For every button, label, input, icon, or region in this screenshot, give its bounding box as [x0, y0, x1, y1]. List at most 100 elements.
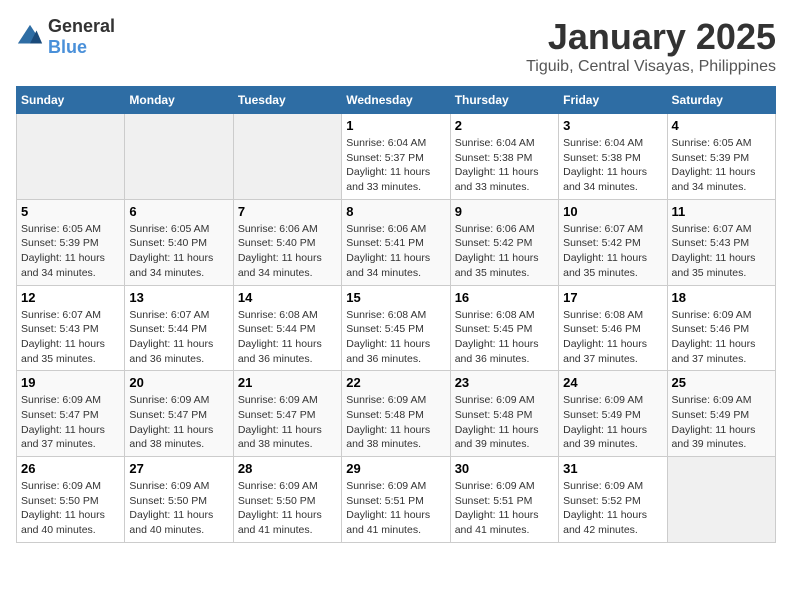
calendar-cell: 20Sunrise: 6:09 AMSunset: 5:47 PMDayligh… [125, 371, 233, 457]
day-number: 12 [21, 290, 120, 305]
day-number: 16 [455, 290, 554, 305]
day-info: Sunrise: 6:04 AMSunset: 5:38 PMDaylight:… [455, 136, 554, 195]
day-info: Sunrise: 6:05 AMSunset: 5:40 PMDaylight:… [129, 222, 228, 281]
header-monday: Monday [125, 87, 233, 114]
week-row-4: 19 Sunrise: 6:09 AMSunset: 5:47 PMDayligh… [17, 371, 776, 457]
logo-general: General [48, 16, 115, 36]
header-sunday: Sunday [17, 87, 125, 114]
weekday-header-row: SundayMondayTuesdayWednesdayThursdayFrid… [17, 87, 776, 114]
week-row-5: 26 Sunrise: 6:09 AMSunset: 5:50 PMDayligh… [17, 457, 776, 543]
calendar-cell [17, 114, 125, 200]
day-info: Sunrise: 6:07 AMSunset: 5:44 PMDaylight:… [129, 308, 228, 367]
calendar-cell: 2 Sunrise: 6:04 AMSunset: 5:38 PMDaylight… [450, 114, 558, 200]
day-number: 19 [21, 375, 120, 390]
day-number: 15 [346, 290, 445, 305]
calendar-cell: 17 Sunrise: 6:08 AMSunset: 5:46 PMDayligh… [559, 285, 667, 371]
calendar-cell: 25 Sunrise: 6:09 AMSunset: 5:49 PMDayligh… [667, 371, 775, 457]
day-info: Sunrise: 6:07 AMSunset: 5:43 PMDaylight:… [21, 308, 120, 367]
day-info: Sunrise: 6:06 AMSunset: 5:42 PMDaylight:… [455, 222, 554, 281]
day-info: Sunrise: 6:09 AMSunset: 5:52 PMDaylight:… [563, 479, 662, 538]
calendar-cell: 10Sunrise: 6:07 AMSunset: 5:42 PMDayligh… [559, 199, 667, 285]
day-info: Sunrise: 6:05 AMSunset: 5:39 PMDaylight:… [672, 136, 771, 195]
day-number: 14 [238, 290, 337, 305]
day-number: 2 [455, 118, 554, 133]
day-number: 22 [346, 375, 445, 390]
calendar-cell: 21 Sunrise: 6:09 AMSunset: 5:47 PMDayligh… [233, 371, 341, 457]
day-number: 30 [455, 461, 554, 476]
day-number: 17 [563, 290, 662, 305]
day-number: 26 [21, 461, 120, 476]
week-row-3: 12 Sunrise: 6:07 AMSunset: 5:43 PMDayligh… [17, 285, 776, 371]
day-number: 9 [455, 204, 554, 219]
day-info: Sunrise: 6:09 AMSunset: 5:50 PMDaylight:… [129, 479, 228, 538]
calendar-cell: 22Sunrise: 6:09 AMSunset: 5:48 PMDayligh… [342, 371, 450, 457]
calendar-cell: 18 Sunrise: 6:09 AMSunset: 5:46 PMDayligh… [667, 285, 775, 371]
week-row-1: 1 Sunrise: 6:04 AMSunset: 5:37 PMDaylight… [17, 114, 776, 200]
day-info: Sunrise: 6:09 AMSunset: 5:50 PMDaylight:… [238, 479, 337, 538]
calendar-cell [233, 114, 341, 200]
calendar-cell: 12 Sunrise: 6:07 AMSunset: 5:43 PMDayligh… [17, 285, 125, 371]
day-number: 20 [129, 375, 228, 390]
calendar-cell: 27 Sunrise: 6:09 AMSunset: 5:50 PMDayligh… [125, 457, 233, 543]
calendar-cell: 19 Sunrise: 6:09 AMSunset: 5:47 PMDayligh… [17, 371, 125, 457]
header-wednesday: Wednesday [342, 87, 450, 114]
day-number: 21 [238, 375, 337, 390]
calendar-cell: 23Sunrise: 6:09 AMSunset: 5:48 PMDayligh… [450, 371, 558, 457]
calendar-cell: 14 Sunrise: 6:08 AMSunset: 5:44 PMDayligh… [233, 285, 341, 371]
day-number: 5 [21, 204, 120, 219]
day-number: 3 [563, 118, 662, 133]
day-number: 1 [346, 118, 445, 133]
header: General Blue January 2025 Tiguib, Centra… [16, 16, 776, 76]
day-number: 25 [672, 375, 771, 390]
day-info: Sunrise: 6:07 AMSunset: 5:43 PMDaylight:… [672, 222, 771, 281]
header-saturday: Saturday [667, 87, 775, 114]
day-info: Sunrise: 6:09 AMSunset: 5:50 PMDaylight:… [21, 479, 120, 538]
day-number: 4 [672, 118, 771, 133]
calendar-cell [125, 114, 233, 200]
calendar-cell [667, 457, 775, 543]
day-info: Sunrise: 6:04 AMSunset: 5:38 PMDaylight:… [563, 136, 662, 195]
day-number: 29 [346, 461, 445, 476]
day-info: Sunrise: 6:09 AMSunset: 5:49 PMDaylight:… [672, 393, 771, 452]
day-number: 23 [455, 375, 554, 390]
week-row-2: 5 Sunrise: 6:05 AMSunset: 5:39 PMDaylight… [17, 199, 776, 285]
logo: General Blue [16, 16, 115, 58]
calendar-cell: 30 Sunrise: 6:09 AMSunset: 5:51 PMDayligh… [450, 457, 558, 543]
header-thursday: Thursday [450, 87, 558, 114]
calendar-cell: 8 Sunrise: 6:06 AMSunset: 5:41 PMDaylight… [342, 199, 450, 285]
calendar-cell: 9 Sunrise: 6:06 AMSunset: 5:42 PMDaylight… [450, 199, 558, 285]
day-info: Sunrise: 6:06 AMSunset: 5:41 PMDaylight:… [346, 222, 445, 281]
calendar-cell: 4 Sunrise: 6:05 AMSunset: 5:39 PMDaylight… [667, 114, 775, 200]
calendar-cell: 28 Sunrise: 6:09 AMSunset: 5:50 PMDayligh… [233, 457, 341, 543]
calendar-cell: 13Sunrise: 6:07 AMSunset: 5:44 PMDayligh… [125, 285, 233, 371]
day-info: Sunrise: 6:08 AMSunset: 5:45 PMDaylight:… [346, 308, 445, 367]
day-number: 24 [563, 375, 662, 390]
day-info: Sunrise: 6:09 AMSunset: 5:47 PMDaylight:… [21, 393, 120, 452]
day-info: Sunrise: 6:08 AMSunset: 5:45 PMDaylight:… [455, 308, 554, 367]
day-number: 10 [563, 204, 662, 219]
day-number: 27 [129, 461, 228, 476]
day-number: 18 [672, 290, 771, 305]
day-info: Sunrise: 6:05 AMSunset: 5:39 PMDaylight:… [21, 222, 120, 281]
header-friday: Friday [559, 87, 667, 114]
calendar-cell: 29Sunrise: 6:09 AMSunset: 5:51 PMDayligh… [342, 457, 450, 543]
calendar-cell: 1 Sunrise: 6:04 AMSunset: 5:37 PMDaylight… [342, 114, 450, 200]
header-tuesday: Tuesday [233, 87, 341, 114]
day-info: Sunrise: 6:09 AMSunset: 5:47 PMDaylight:… [238, 393, 337, 452]
calendar-cell: 5 Sunrise: 6:05 AMSunset: 5:39 PMDaylight… [17, 199, 125, 285]
calendar-table: SundayMondayTuesdayWednesdayThursdayFrid… [16, 86, 776, 543]
day-info: Sunrise: 6:08 AMSunset: 5:46 PMDaylight:… [563, 308, 662, 367]
day-info: Sunrise: 6:04 AMSunset: 5:37 PMDaylight:… [346, 136, 445, 195]
day-number: 6 [129, 204, 228, 219]
calendar-cell: 15 Sunrise: 6:08 AMSunset: 5:45 PMDayligh… [342, 285, 450, 371]
calendar-cell: 6 Sunrise: 6:05 AMSunset: 5:40 PMDaylight… [125, 199, 233, 285]
day-number: 8 [346, 204, 445, 219]
day-number: 7 [238, 204, 337, 219]
day-info: Sunrise: 6:09 AMSunset: 5:51 PMDaylight:… [455, 479, 554, 538]
day-info: Sunrise: 6:09 AMSunset: 5:46 PMDaylight:… [672, 308, 771, 367]
day-info: Sunrise: 6:08 AMSunset: 5:44 PMDaylight:… [238, 308, 337, 367]
month-title: January 2025 [526, 16, 776, 58]
logo-icon [16, 23, 44, 51]
day-number: 28 [238, 461, 337, 476]
title-section: January 2025 Tiguib, Central Visayas, Ph… [526, 16, 776, 76]
